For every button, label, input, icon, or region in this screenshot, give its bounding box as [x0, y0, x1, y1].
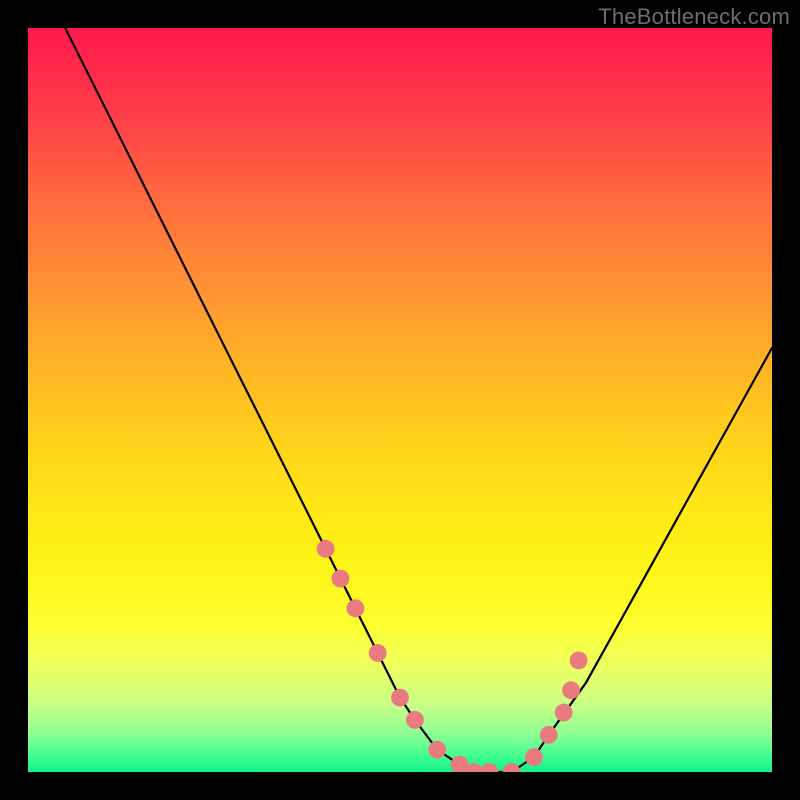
marker-dot	[525, 748, 543, 766]
marker-dot	[540, 726, 558, 744]
marker-dot	[480, 763, 498, 772]
highlight-markers	[317, 540, 588, 772]
marker-dot	[317, 540, 335, 558]
marker-dot	[555, 704, 573, 722]
watermark-text: TheBottleneck.com	[598, 4, 790, 30]
curve-line	[65, 28, 772, 772]
marker-dot	[451, 756, 469, 772]
plot-area	[28, 28, 772, 772]
chart-svg	[28, 28, 772, 772]
marker-dot	[503, 763, 521, 772]
chart-frame: TheBottleneck.com	[0, 0, 800, 800]
marker-dot	[369, 644, 387, 662]
marker-dot	[332, 570, 350, 588]
marker-dot	[347, 599, 365, 617]
marker-dot	[562, 681, 580, 699]
marker-dot	[570, 652, 588, 670]
marker-dot	[391, 689, 409, 707]
marker-dot	[428, 741, 446, 759]
marker-dot	[406, 711, 424, 729]
